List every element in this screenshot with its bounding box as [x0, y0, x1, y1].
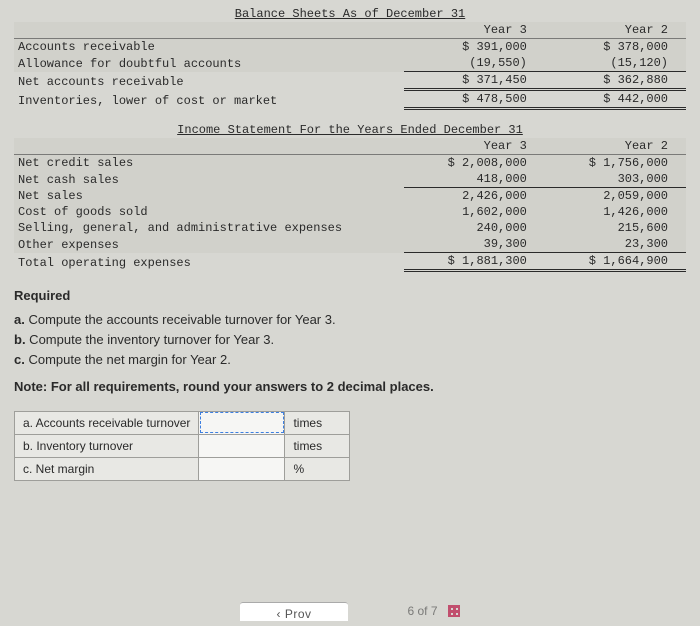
footer: ‹ Prov 6 of 7 — [0, 596, 700, 626]
income-col-year2: Year 2 — [545, 138, 686, 155]
balance-title: Balance Sheets As of December 31 — [14, 6, 686, 22]
balance-col-year3: Year 3 — [404, 22, 545, 39]
income-col-year3: Year 3 — [404, 138, 545, 155]
row-val: $ 378,000 — [545, 39, 686, 56]
row-label: Selling, general, and administrative exp… — [14, 220, 404, 236]
answer-label: b. Inventory turnover — [15, 434, 199, 457]
answer-unit: times — [285, 434, 350, 457]
required-block: Required a. a. Compute the accounts rece… — [14, 286, 686, 397]
row-val: 1,602,000 — [404, 204, 545, 220]
grid-icon[interactable] — [448, 605, 460, 617]
net-margin-input[interactable] — [199, 459, 284, 479]
answer-unit: % — [285, 457, 350, 480]
required-b: b. Compute the inventory turnover for Ye… — [14, 330, 686, 350]
balance-sheets-table: Balance Sheets As of December 31 Year 3 … — [14, 6, 686, 110]
row-label: Net cash sales — [14, 171, 404, 188]
table-row: b. Inventory turnover times — [15, 434, 350, 457]
row-label: Allowance for doubtful accounts — [14, 55, 404, 72]
balance-col-year2: Year 2 — [545, 22, 686, 39]
row-label: Other expenses — [14, 236, 404, 253]
chevron-left-icon: ‹ — [276, 607, 281, 621]
row-val: $ 1,756,000 — [545, 155, 686, 172]
row-val: $ 371,450 — [404, 72, 545, 90]
row-val: (15,120) — [545, 55, 686, 72]
required-heading: Required — [14, 286, 686, 306]
row-val: $ 442,000 — [545, 90, 686, 109]
table-row: a. Accounts receivable turnover times — [15, 411, 350, 434]
answer-input-cell[interactable] — [199, 457, 285, 480]
row-label: Accounts receivable — [14, 39, 404, 56]
row-val: 215,600 — [545, 220, 686, 236]
required-note: Note: For all requirements, round your a… — [14, 377, 686, 397]
row-label: Total operating expenses — [14, 253, 404, 271]
table-row: c. Net margin % — [15, 457, 350, 480]
answer-unit: times — [285, 411, 350, 434]
row-val: (19,550) — [404, 55, 545, 72]
row-val: 2,059,000 — [545, 188, 686, 205]
inventory-turnover-input[interactable] — [199, 436, 284, 456]
row-val: 23,300 — [545, 236, 686, 253]
row-val: 240,000 — [404, 220, 545, 236]
income-title: Income Statement For the Years Ended Dec… — [14, 122, 686, 138]
row-label: Inventories, lower of cost or market — [14, 90, 404, 109]
row-label: Cost of goods sold — [14, 204, 404, 220]
row-label: Net credit sales — [14, 155, 404, 172]
row-val: $ 478,500 — [404, 90, 545, 109]
prev-button[interactable]: ‹ Prov — [240, 602, 347, 621]
income-statement-table: Income Statement For the Years Ended Dec… — [14, 122, 686, 272]
answer-input-cell[interactable] — [199, 411, 285, 434]
required-c: c. Compute the net margin for Year 2. — [14, 350, 686, 370]
row-val: 418,000 — [404, 171, 545, 188]
row-label: Net accounts receivable — [14, 72, 404, 90]
row-val: 303,000 — [545, 171, 686, 188]
ar-turnover-input[interactable] — [199, 413, 284, 433]
answer-input-cell[interactable] — [199, 434, 285, 457]
answer-label: a. Accounts receivable turnover — [15, 411, 199, 434]
row-val: $ 1,881,300 — [404, 253, 545, 271]
answer-table: a. Accounts receivable turnover times b.… — [14, 411, 350, 481]
required-a: a. a. Compute the accounts receivable tu… — [14, 310, 686, 330]
row-val: $ 391,000 — [404, 39, 545, 56]
row-label: Net sales — [14, 188, 404, 205]
answer-label: c. Net margin — [15, 457, 199, 480]
row-val: 39,300 — [404, 236, 545, 253]
row-val: $ 1,664,900 — [545, 253, 686, 271]
page-indicator: 6 of 7 — [408, 604, 460, 618]
row-val: $ 362,880 — [545, 72, 686, 90]
row-val: 1,426,000 — [545, 204, 686, 220]
row-val: $ 2,008,000 — [404, 155, 545, 172]
row-val: 2,426,000 — [404, 188, 545, 205]
